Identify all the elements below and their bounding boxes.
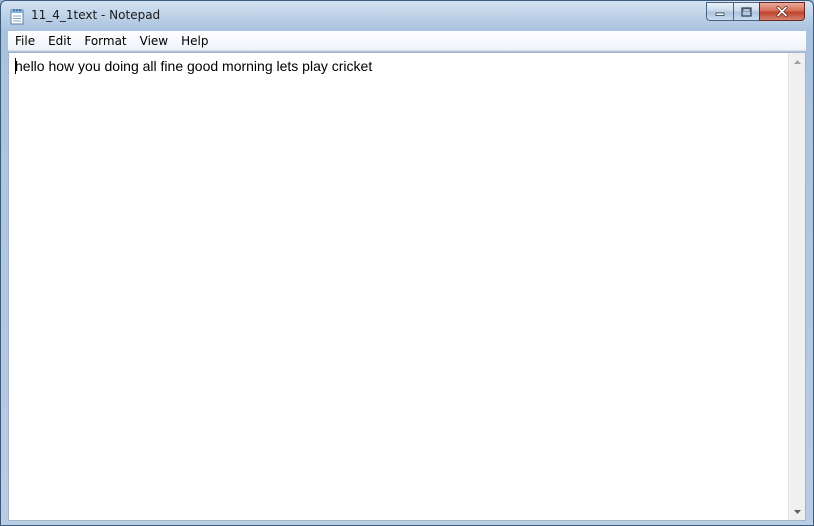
maximize-button[interactable] [733, 2, 759, 21]
vertical-scrollbar[interactable] [788, 53, 805, 520]
scroll-up-icon [793, 59, 801, 64]
menu-format[interactable]: Format [77, 31, 132, 51]
notepad-icon[interactable] [10, 8, 24, 25]
notepad-window: 11_4_1text - Notepad File Edit Format Vi… [0, 0, 814, 526]
menu-edit[interactable]: Edit [41, 31, 77, 51]
menu-view[interactable]: View [133, 31, 174, 51]
editor-content[interactable]: hello how you doing all fine good mornin… [15, 57, 781, 520]
menu-bar: File Edit Format View Help [8, 31, 806, 51]
minimize-icon [715, 12, 725, 16]
menu-help[interactable]: Help [174, 31, 214, 51]
maximize-icon [741, 6, 752, 17]
close-icon [776, 6, 788, 17]
text-editor[interactable]: hello how you doing all fine good mornin… [8, 52, 806, 521]
close-button[interactable] [759, 2, 805, 21]
scroll-down-icon [793, 509, 801, 514]
window-title: 11_4_1text - Notepad [31, 8, 161, 22]
menu-file[interactable]: File [8, 31, 41, 51]
scroll-down-button[interactable] [789, 503, 805, 520]
scroll-up-button[interactable] [789, 53, 805, 70]
caption-buttons [706, 2, 805, 21]
minimize-button[interactable] [706, 2, 733, 21]
title-bar[interactable]: 11_4_1text - Notepad [1, 1, 813, 31]
text-caret [15, 58, 16, 74]
